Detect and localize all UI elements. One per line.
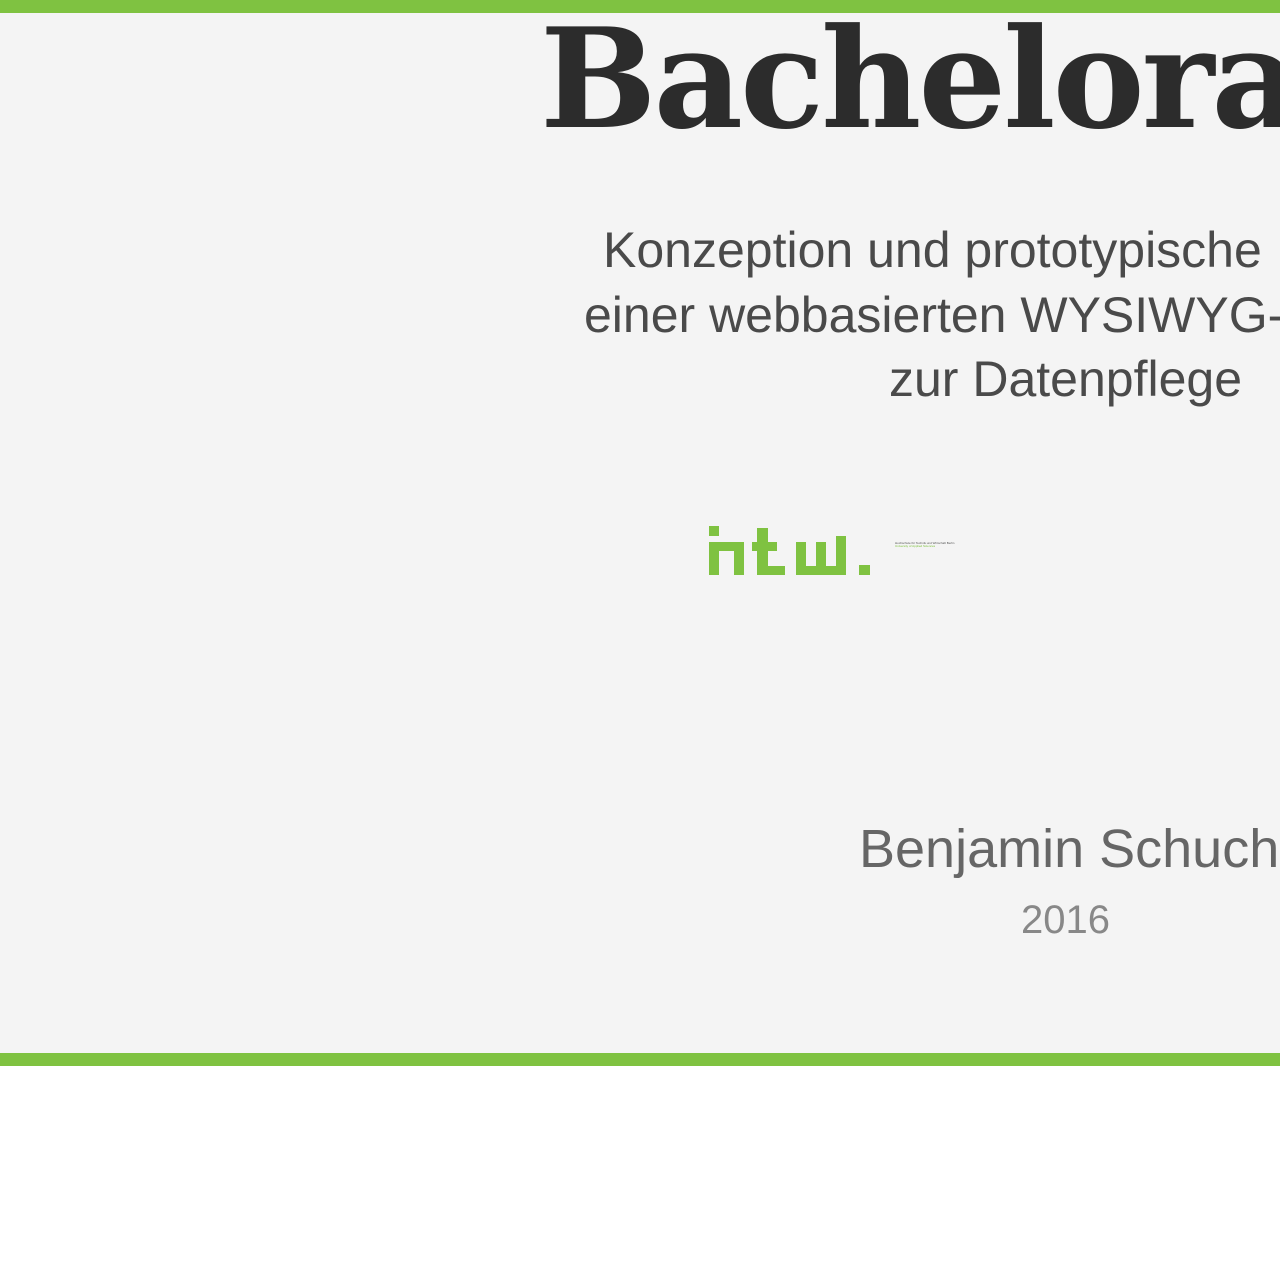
subtitle-line-1: Konzeption und prototypische bbox=[603, 222, 1262, 278]
bottom-accent-bar bbox=[0, 1053, 1280, 1066]
subtitle-line-2: einer webbasierten WYSIWYG- bbox=[584, 287, 1280, 343]
author-name: Benjamin Schuch bbox=[859, 819, 1280, 879]
year: 2016 bbox=[1021, 898, 1110, 942]
htw-logo: Hochschule für Technik und Wirtschaft Be… bbox=[708, 525, 954, 577]
logo-tagline: Hochschule für Technik und Wirtschaft Be… bbox=[895, 541, 954, 549]
title-slide: Bachelorar Konzeption und prototypische … bbox=[0, 0, 1280, 1066]
slide-title: Bachelorar bbox=[540, 0, 1280, 160]
logo-tagline-en: University of Applied Sciences bbox=[895, 544, 936, 549]
htw-logo-icon bbox=[709, 526, 870, 575]
subtitle-line-3: zur Datenpflege bbox=[889, 351, 1243, 407]
